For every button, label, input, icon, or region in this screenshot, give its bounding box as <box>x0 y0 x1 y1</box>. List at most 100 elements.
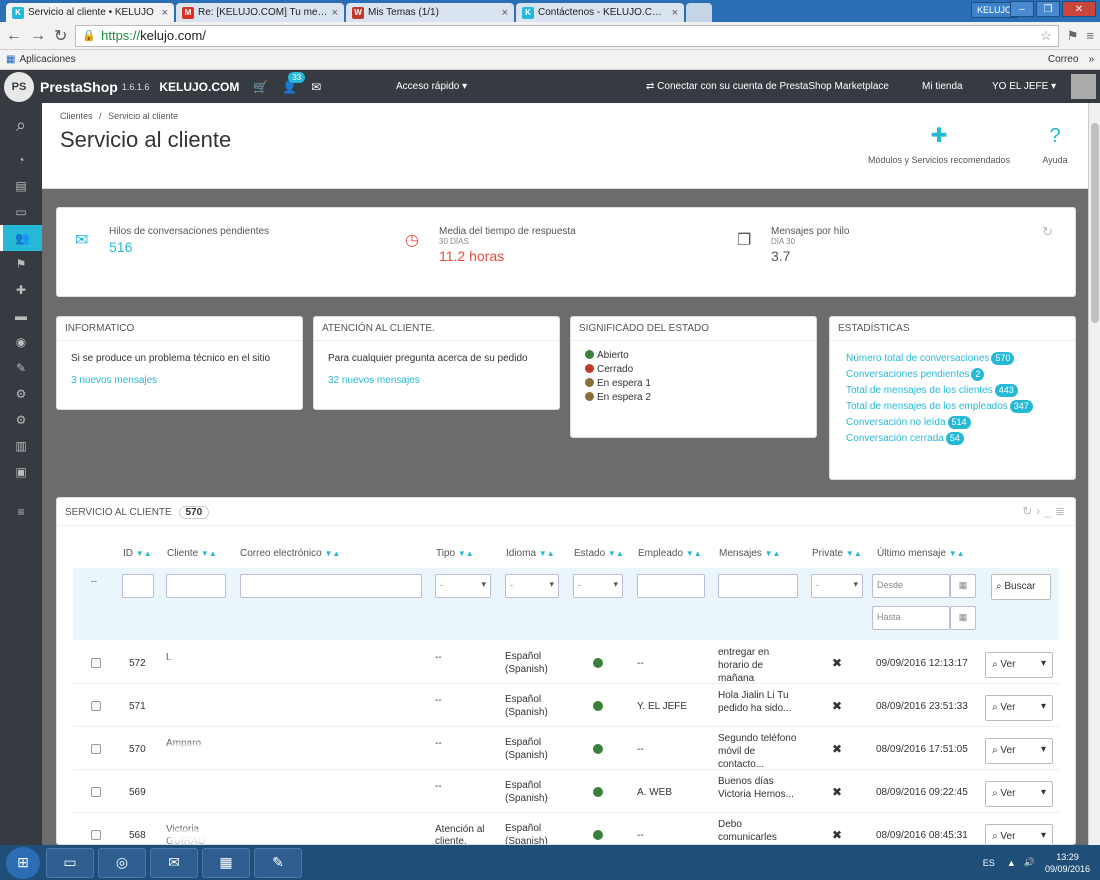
filter-mensajes-input[interactable] <box>718 574 798 598</box>
stat-label[interactable]: Total de mensajes de los empleados <box>846 401 1008 412</box>
messages-icon[interactable]: ✉ <box>311 80 321 94</box>
sort-arrows-icon[interactable]: ▼▲ <box>608 549 624 558</box>
close-tab-icon[interactable]: × <box>162 7 168 19</box>
stat-label[interactable]: Total de mensajes de los clientes <box>846 385 993 396</box>
paint-icon[interactable]: ✎ <box>254 847 302 878</box>
tray-arrow-icon[interactable]: ▲ <box>1007 858 1016 868</box>
shipping-truck-icon[interactable]: ▬ <box>0 303 42 329</box>
catalog-icon[interactable]: ▭ <box>0 199 42 225</box>
preferences-wrench-icon[interactable]: ✎ <box>0 355 42 381</box>
forward-arrow-icon[interactable]: → <box>30 27 46 45</box>
close-tab-icon[interactable]: × <box>332 7 338 19</box>
help-button[interactable]: ? Ayuda <box>1042 123 1068 165</box>
filter-idioma-select[interactable]: - <box>505 574 559 598</box>
row-checkbox[interactable] <box>91 830 101 840</box>
row-checkbox[interactable] <box>91 787 101 797</box>
filter-tipo-select[interactable]: - <box>435 574 491 598</box>
my-shop-link[interactable]: Mi tienda <box>922 81 963 92</box>
browser-tab-gmail[interactable]: M Re: [KELUJO.COM] Tu mensaje × <box>176 3 344 22</box>
view-button[interactable]: ⌕ Ver <box>985 695 1053 721</box>
filter-empleado-input[interactable] <box>637 574 705 598</box>
localization-globe-icon[interactable]: ◉ <box>0 329 42 355</box>
language-indicator[interactable]: ES <box>983 858 995 868</box>
filter-email-input[interactable] <box>240 574 422 598</box>
col-email[interactable]: Correo electrónico ▼▲ <box>240 548 340 559</box>
bookmark-apps[interactable]: Aplicaciones <box>19 54 75 65</box>
col-estado[interactable]: Estado ▼▲ <box>574 548 624 559</box>
col-id[interactable]: ID ▼▲ <box>123 548 152 559</box>
marketplace-link[interactable]: ⇄ Conectar con su cuenta de PrestaShop M… <box>646 81 889 92</box>
shop-name[interactable]: KELUJO.COM <box>159 80 239 94</box>
filter-cliente-input[interactable] <box>166 574 226 598</box>
view-button[interactable]: ⌕ Ver <box>985 652 1053 678</box>
store-icon[interactable]: ▣ <box>0 459 42 485</box>
orders-icon[interactable]: ▤ <box>0 173 42 199</box>
avatar[interactable] <box>1071 74 1096 99</box>
outlook-icon[interactable]: ✉ <box>150 847 198 878</box>
sort-arrows-icon[interactable]: ▼▲ <box>686 549 702 558</box>
minimize-icon[interactable]: – <box>1010 1 1034 17</box>
col-private[interactable]: Private ▼▲ <box>812 548 862 559</box>
calendar-icon[interactable]: ▦ <box>950 574 976 598</box>
close-window-icon[interactable]: ✕ <box>1062 1 1096 17</box>
customers-icon[interactable]: 👥 <box>0 225 42 251</box>
extension-icon[interactable]: ⚑ <box>1067 28 1079 44</box>
clock[interactable]: 13:29 09/09/2016 <box>1045 851 1090 875</box>
new-tab-button[interactable] <box>686 3 712 22</box>
kpi-pending-threads[interactable]: ✉ Hilos de conversaciones pendientes 516 <box>75 226 269 255</box>
col-cliente[interactable]: Cliente ▼▲ <box>167 548 217 559</box>
collapse-menu-icon[interactable]: ≡ <box>0 499 42 525</box>
reload-icon[interactable]: ↻ <box>54 26 67 46</box>
customers-notification-icon[interactable]: 👤 33 <box>282 71 306 94</box>
row-checkbox[interactable] <box>91 701 101 711</box>
sort-arrows-icon[interactable]: ▼▲ <box>458 549 474 558</box>
bookmark-more[interactable]: » <box>1088 54 1094 65</box>
sort-arrows-icon[interactable]: ▼▲ <box>539 549 555 558</box>
sort-arrows-icon[interactable]: ▼▲ <box>949 549 965 558</box>
database-icon[interactable]: ≣ <box>1055 504 1069 518</box>
sort-arrows-icon[interactable]: ▼▲ <box>201 549 217 558</box>
maximize-icon[interactable]: ❐ <box>1036 1 1060 17</box>
close-tab-icon[interactable]: × <box>672 7 678 19</box>
windows-start-icon[interactable]: ⊞ <box>6 846 40 879</box>
breadcrumb-clientes[interactable]: Clientes <box>60 111 93 121</box>
view-button[interactable]: ⌕ Ver <box>985 738 1053 764</box>
advanced-params-gears-icon[interactable]: ⚙ <box>0 381 42 407</box>
view-button[interactable]: ⌕ Ver <box>985 824 1053 844</box>
search-icon[interactable]: ⌕ <box>0 103 42 147</box>
modules-puzzle-icon[interactable]: ✚ <box>0 277 42 303</box>
sort-arrows-icon[interactable]: ▼▲ <box>846 549 862 558</box>
back-arrow-icon[interactable]: ← <box>6 27 22 45</box>
col-mensajes[interactable]: Mensajes ▼▲ <box>719 548 780 559</box>
price-rules-icon[interactable]: ⚑ <box>0 251 42 277</box>
table-row[interactable]: 572L--Español (Spanish)--entregar en hor… <box>73 642 1059 684</box>
search-button[interactable]: ⌕ Buscar <box>991 574 1051 600</box>
browser-tab-temas[interactable]: W Mis Temas (1/1) × <box>346 3 514 22</box>
kpi-messages-per-thread[interactable]: ❐ Mensajes por hilo DÍA 30 3.7 <box>737 226 849 264</box>
filter-private-select[interactable]: - <box>811 574 863 598</box>
volume-icon[interactable]: 🔊 <box>1024 857 1035 868</box>
kpi-response-time[interactable]: ◷ Media del tiempo de respuesta 30 DÍAS … <box>405 226 576 264</box>
dashboard-icon[interactable]: ◔ <box>0 147 42 173</box>
col-ultimo-mensaje[interactable]: Último mensaje ▼▲ <box>877 548 965 559</box>
table-row[interactable]: 568Victoria GUIRAOAtención al cliente.Es… <box>73 814 1059 844</box>
menu-icon[interactable]: ≡ <box>1086 28 1094 43</box>
browser-tab-servicio[interactable]: K Servicio al cliente • KELUJO × <box>6 3 174 22</box>
cart-icon[interactable]: 🛒 <box>253 80 268 94</box>
table-row[interactable]: 571 -- Español (Spanish) Y. EL JEFE Hola Jia… <box>73 685 1059 727</box>
table-row[interactable]: 569 -- Español (Spanish) A. WEB Buenos días … <box>73 771 1059 813</box>
col-idioma[interactable]: Idioma ▼▲ <box>506 548 555 559</box>
view-button[interactable]: ⌕ Ver <box>985 781 1053 807</box>
browser-tab-contacto[interactable]: K Contáctenos - KELUJO.COM × <box>516 3 684 22</box>
atencion-new-messages-link[interactable]: 32 nuevos mensajes <box>328 373 545 389</box>
col-tipo[interactable]: Tipo ▼▲ <box>436 548 474 559</box>
recommended-modules-button[interactable]: ✚ Módulos y Servicios recomendados <box>868 123 1010 165</box>
sort-arrows-icon[interactable]: ▼▲ <box>325 549 341 558</box>
row-checkbox[interactable] <box>91 744 101 754</box>
user-menu[interactable]: YO EL JEFE ▾ <box>992 81 1056 92</box>
calculator-icon[interactable]: ▦ <box>202 847 250 878</box>
col-empleado[interactable]: Empleado ▼▲ <box>638 548 702 559</box>
sort-arrows-icon[interactable]: ▼▲ <box>136 549 152 558</box>
bookmark-star-icon[interactable]: ☆ <box>1040 28 1052 44</box>
refresh-icon[interactable]: ↻ <box>1042 224 1053 240</box>
